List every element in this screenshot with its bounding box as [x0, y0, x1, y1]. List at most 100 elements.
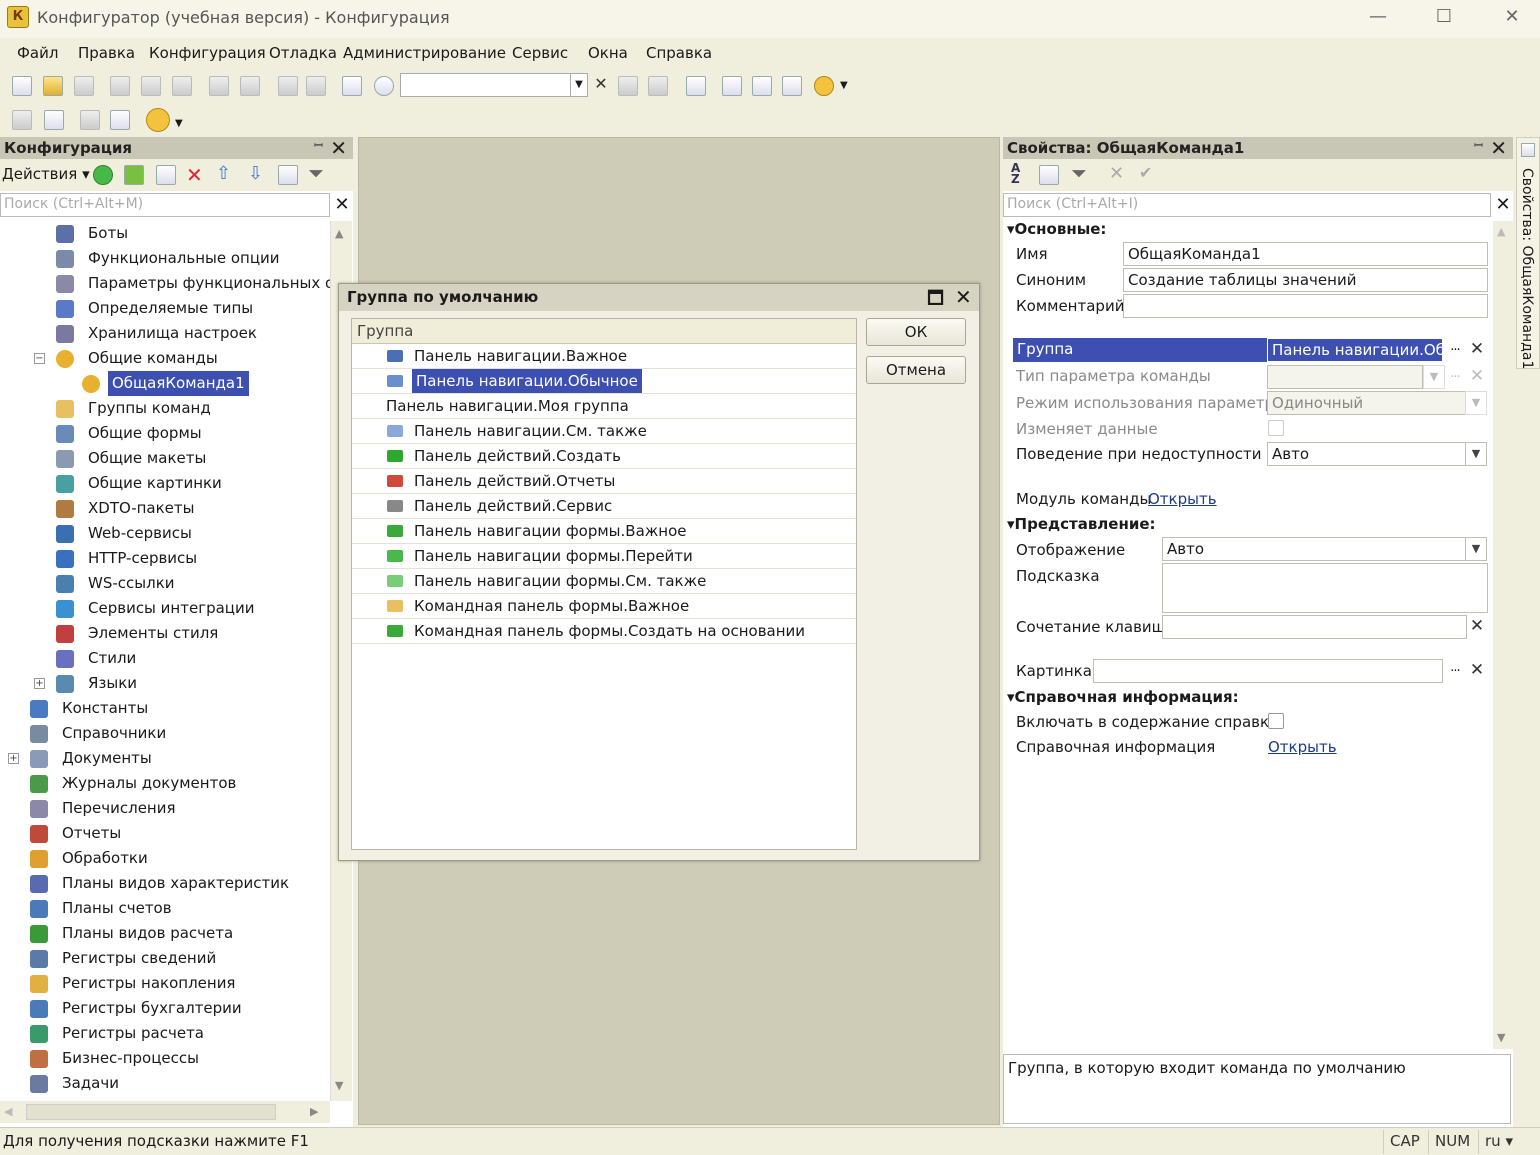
menu-help[interactable]: Справка: [646, 44, 712, 62]
menu-windows[interactable]: Окна: [588, 44, 628, 62]
pin-icon[interactable]: ꟷ: [1474, 138, 1483, 153]
sort-az-icon[interactable]: AZ: [1011, 162, 1020, 185]
group-list-row[interactable]: Панель навигации.Обычное: [352, 369, 856, 394]
pin-icon[interactable]: ꟷ: [314, 138, 323, 153]
group-list-row[interactable]: Панель действий.Отчеты: [352, 469, 856, 494]
expand-icon[interactable]: +: [34, 678, 45, 689]
edit-icon[interactable]: [124, 165, 144, 185]
chevron-down-icon[interactable]: ▼: [840, 80, 848, 91]
tree-item[interactable]: Бизнес-процессы: [0, 1046, 330, 1071]
table-icon[interactable]: [110, 110, 130, 130]
group-list-row[interactable]: Командная панель формы.Важное: [352, 594, 856, 619]
maximize-icon[interactable]: 🗖: [927, 286, 944, 316]
run-debug-icon[interactable]: [146, 108, 170, 132]
tree-item[interactable]: Перечисления: [0, 796, 330, 821]
database-icon[interactable]: [80, 110, 100, 130]
document-icon[interactable]: [782, 76, 802, 96]
picture-select-button[interactable]: ...: [1444, 659, 1466, 683]
cancel-button[interactable]: Отмена: [866, 356, 966, 384]
tree-item[interactable]: Регистры сведений: [0, 946, 330, 971]
tree-item[interactable]: Боты: [0, 221, 330, 246]
tree-item[interactable]: Планы видов расчета: [0, 921, 330, 946]
picture-clear-icon[interactable]: ✕: [1467, 659, 1487, 683]
tree-item[interactable]: Планы счетов: [0, 896, 330, 921]
properties-side-tab[interactable]: Свойства: ОбщаяКоманда1: [1516, 137, 1540, 369]
properties-scrollbar[interactable]: ▲ ▼: [1493, 221, 1513, 1049]
tree-item[interactable]: Регистры бухгалтерии: [0, 996, 330, 1021]
new-file-icon[interactable]: [12, 76, 32, 96]
close-icon[interactable]: ✕: [330, 137, 347, 159]
scroll-down-icon[interactable]: ▼: [335, 1079, 343, 1092]
tree-item[interactable]: Общие картинки: [0, 471, 330, 496]
behavior-dropdown-icon[interactable]: ▼: [1465, 442, 1487, 466]
group-list-row[interactable]: Панель действий.Создать: [352, 444, 856, 469]
display-dropdown-icon[interactable]: ▼: [1465, 537, 1487, 561]
menu-edit[interactable]: Правка: [78, 44, 135, 62]
group-list-row[interactable]: Панель навигации.См. также: [352, 419, 856, 444]
tree-item[interactable]: Сервисы интеграции: [0, 596, 330, 621]
find-in-tree-icon[interactable]: [342, 76, 362, 96]
tree-item[interactable]: WS-ссылки: [0, 571, 330, 596]
module-open-link[interactable]: Открыть: [1148, 490, 1217, 508]
menu-configuration[interactable]: Конфигурация: [149, 44, 266, 62]
param-mode-dropdown-icon[interactable]: ▼: [1465, 391, 1487, 415]
actions-menu[interactable]: Действия ▾: [2, 165, 90, 183]
tree-item[interactable]: Общие формы: [0, 421, 330, 446]
param-type-select-button[interactable]: ...: [1444, 365, 1466, 389]
scroll-up-icon[interactable]: ▲: [1497, 225, 1505, 238]
search-refs-icon[interactable]: [752, 76, 772, 96]
tree-item[interactable]: − Общие команды: [0, 346, 330, 371]
delete-icon[interactable]: ✕: [186, 163, 203, 187]
move-up-icon[interactable]: ⇧: [216, 163, 231, 184]
group-list-row[interactable]: Панель навигации формы.См. также: [352, 569, 856, 594]
syntax-assistant-icon[interactable]: [722, 76, 742, 96]
close-icon[interactable]: ✕: [1490, 137, 1507, 159]
maximize-button[interactable]: ☐: [1422, 4, 1466, 32]
collapse-icon[interactable]: −: [34, 353, 45, 364]
tree-item[interactable]: Общие макеты: [0, 446, 330, 471]
open-file-icon[interactable]: [43, 76, 63, 96]
search-dropdown-icon[interactable]: ▼: [570, 73, 588, 97]
close-window-button[interactable]: ✕: [1490, 4, 1534, 32]
tree-item[interactable]: Регистры накопления: [0, 971, 330, 996]
find-prev-icon[interactable]: [648, 76, 668, 96]
group-list-row[interactable]: Командная панель формы.Создать на основа…: [352, 619, 856, 644]
save-icon[interactable]: [74, 76, 94, 96]
group-list-row[interactable]: Панель действий.Сервис: [352, 494, 856, 519]
tree-item[interactable]: Параметры функциональных опций: [0, 271, 330, 296]
print-preview-icon[interactable]: [240, 76, 260, 96]
windows-icon[interactable]: [686, 76, 706, 96]
scroll-right-icon[interactable]: ▶: [310, 1105, 318, 1118]
picture-field[interactable]: [1093, 659, 1443, 683]
add-icon[interactable]: [93, 165, 113, 185]
group-list-row[interactable]: Панель навигации формы.Важное: [352, 519, 856, 544]
sort-icon[interactable]: [278, 165, 298, 185]
name-field[interactable]: ОбщаяКоманда1: [1123, 242, 1488, 266]
tree-item[interactable]: Журналы документов: [0, 771, 330, 796]
copy-item-icon[interactable]: [156, 165, 176, 185]
modifies-data-checkbox[interactable]: [1268, 420, 1284, 436]
menu-debug[interactable]: Отладка: [269, 44, 337, 62]
global-search-input[interactable]: [400, 73, 572, 97]
expand-icon[interactable]: +: [8, 753, 19, 764]
tree-item[interactable]: ОбщаяКоманда1: [0, 371, 330, 396]
tree-item[interactable]: Планы видов характеристик: [0, 871, 330, 896]
behavior-field[interactable]: Авто: [1267, 442, 1467, 466]
param-mode-field[interactable]: Одиночный: [1267, 391, 1467, 415]
display-field[interactable]: Авто: [1162, 537, 1467, 561]
tree-item[interactable]: Web-сервисы: [0, 521, 330, 546]
tree-item[interactable]: HTTP-сервисы: [0, 546, 330, 571]
language-selector[interactable]: ru ▾: [1478, 1130, 1519, 1154]
redo-icon[interactable]: [306, 76, 326, 96]
group-list-row[interactable]: Панель навигации.Важное: [352, 344, 856, 369]
clear-search-icon[interactable]: ✕: [332, 193, 352, 217]
ok-button[interactable]: ОК: [866, 318, 966, 346]
section-help[interactable]: ▾Справочная информация:: [1007, 688, 1239, 706]
chevron-down-icon[interactable]: ▼: [175, 118, 183, 129]
tree-item[interactable]: Элементы стиля: [0, 621, 330, 646]
tree-item[interactable]: Хранилища настроек: [0, 321, 330, 346]
param-type-dropdown-icon[interactable]: ▼: [1423, 365, 1445, 389]
shortcut-clear-icon[interactable]: ✕: [1467, 615, 1487, 639]
cancel-icon[interactable]: ✕: [1109, 163, 1124, 184]
shortcut-field[interactable]: [1162, 615, 1467, 639]
